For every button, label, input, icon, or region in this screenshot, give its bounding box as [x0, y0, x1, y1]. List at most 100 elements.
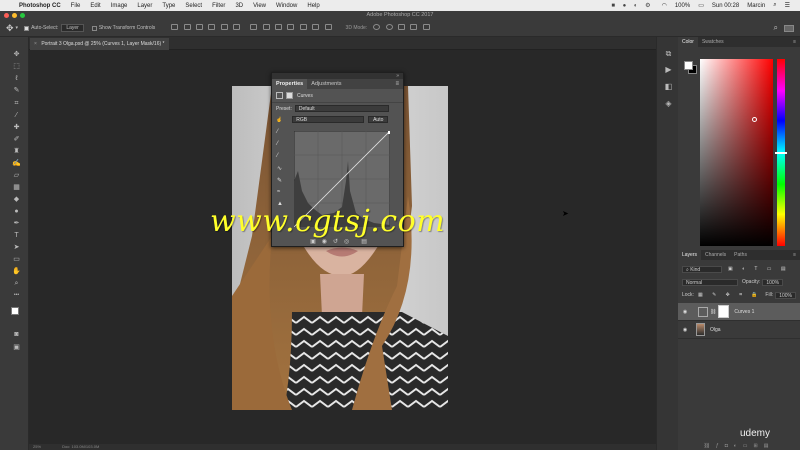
layer-name[interactable]: Olga — [710, 327, 721, 333]
align-top-icon[interactable] — [171, 24, 179, 30]
menu-image[interactable]: Image — [106, 3, 133, 9]
eraser-tool-icon[interactable]: ▱ — [12, 171, 21, 180]
distribute-right-icon[interactable] — [312, 24, 320, 30]
menu-window[interactable]: Window — [271, 3, 302, 9]
close-window-button[interactable] — [4, 13, 9, 18]
menu-edit[interactable]: Edit — [85, 3, 105, 9]
color-picker-field[interactable] — [700, 59, 773, 246]
distribute-left-icon[interactable] — [287, 24, 295, 30]
document-tab[interactable]: × Portrait 3 Olga.psd @ 25% (Curves 1, L… — [30, 38, 169, 50]
distribute-vcenter-icon[interactable] — [262, 24, 270, 30]
type-tool-icon[interactable]: T — [12, 231, 21, 240]
history-panel-icon[interactable]: ⧉ — [664, 49, 673, 58]
move-tool-icon[interactable]: ✥ — [12, 50, 21, 59]
layers-panel-menu-icon[interactable]: ≡ — [789, 250, 800, 260]
quick-mask-icon[interactable]: ◙ — [12, 330, 21, 339]
tab-paths[interactable]: Paths — [730, 250, 751, 260]
align-left-icon[interactable] — [208, 24, 216, 30]
mask-link-icon[interactable]: ⛓ — [710, 309, 716, 315]
tab-layers[interactable]: Layers — [678, 250, 702, 260]
notification-center-icon[interactable]: ☰ — [781, 2, 794, 9]
close-tab-icon[interactable]: × — [34, 41, 37, 47]
layer-thumbnail[interactable] — [696, 323, 705, 336]
menu-file[interactable]: File — [66, 3, 86, 9]
workspace-switcher-icon[interactable] — [784, 24, 794, 32]
panel-menu-icon[interactable]: ≡ — [391, 79, 403, 89]
opacity-field[interactable]: 100% — [762, 278, 784, 286]
tab-color[interactable]: Color — [678, 37, 698, 47]
align-vcenter-icon[interactable] — [183, 24, 191, 30]
align-right-icon[interactable] — [233, 24, 241, 30]
3d-scale-icon[interactable] — [422, 24, 430, 30]
path-selection-tool-icon[interactable]: ➤ — [12, 243, 21, 252]
preset-dropdown-icon[interactable]: ▾ — [16, 25, 19, 31]
visibility-eye-icon[interactable]: ◉ — [678, 309, 692, 315]
properties-panel-icon[interactable]: ◧ — [664, 82, 673, 91]
visibility-eye-icon[interactable]: ◉ — [678, 327, 692, 333]
actions-panel-icon[interactable]: ▶ — [664, 65, 673, 74]
3d-panel-icon[interactable]: ◈ — [664, 99, 673, 108]
brush-tool-icon[interactable]: ✐ — [12, 135, 21, 144]
tab-adjustments[interactable]: Adjustments — [307, 79, 345, 89]
layer-filter-icons[interactable]: ▣ ◐ T ▭ ▤ — [728, 266, 790, 272]
show-transform-checkbox[interactable] — [91, 25, 97, 31]
foreground-color-swatch[interactable] — [11, 307, 19, 315]
pen-tool-icon[interactable]: ✒ — [12, 219, 21, 228]
menu-view[interactable]: View — [248, 3, 271, 9]
zoom-window-button[interactable] — [20, 13, 25, 18]
quick-select-tool-icon[interactable]: ✎ — [12, 86, 21, 95]
screen-mode-icon[interactable]: ▣ — [12, 343, 21, 352]
search-icon[interactable]: ⌕ — [774, 23, 778, 33]
hand-tool-icon[interactable]: ✋ — [12, 267, 21, 276]
black-point-eyedropper-icon[interactable]: ⁄ — [277, 129, 290, 141]
tab-channels[interactable]: Channels — [701, 250, 730, 260]
align-hcenter-icon[interactable] — [220, 24, 228, 30]
smooth-curve-icon[interactable]: ≈ — [277, 189, 290, 201]
color-panel-foreground-swatch[interactable] — [684, 61, 693, 70]
healing-brush-tool-icon[interactable]: ✚ — [12, 123, 21, 132]
auto-select-checkbox[interactable] — [24, 25, 30, 31]
move-tool-preset-icon[interactable]: ✥ — [6, 23, 14, 34]
tab-swatches[interactable]: Swatches — [698, 37, 728, 47]
doc-info[interactable]: Doc: 103.0M/103.0M — [62, 444, 99, 449]
lasso-tool-icon[interactable]: ℓ — [12, 74, 21, 83]
layer-name[interactable]: Curves 1 — [734, 309, 754, 315]
menu-select[interactable]: Select — [180, 3, 207, 9]
status-icons[interactable]: ■ ● ◐ ⚙ — [607, 2, 657, 9]
new-group-icon[interactable]: ▭ — [743, 443, 754, 449]
new-adjustment-icon[interactable]: ◐ — [734, 443, 743, 449]
layer-filter-dropdown[interactable]: ⌕ Kind — [682, 265, 722, 273]
preset-dropdown[interactable]: Default — [294, 105, 389, 112]
3d-orbit-icon[interactable] — [373, 24, 381, 30]
menu-filter[interactable]: Filter — [207, 3, 230, 9]
marquee-tool-icon[interactable]: ⬚ — [12, 62, 21, 71]
color-picker-cursor[interactable] — [752, 117, 757, 122]
wifi-icon[interactable]: ◠ — [658, 2, 671, 9]
tab-properties[interactable]: Properties — [272, 79, 308, 89]
battery-percent[interactable]: 100% — [671, 3, 694, 9]
auto-select-dropdown[interactable]: Layer — [61, 24, 84, 32]
delete-layer-icon[interactable]: ▤ — [764, 443, 775, 449]
fill-field[interactable]: 100% — [775, 291, 796, 299]
gray-point-eyedropper-icon[interactable]: ⁄ — [277, 141, 290, 153]
new-layer-icon[interactable]: ⊞ — [754, 443, 764, 449]
lock-icons[interactable]: ▦ ✎ ✥ ⌗ 🔒 — [698, 292, 762, 298]
gradient-tool-icon[interactable]: ▦ — [12, 183, 21, 192]
layer-row-curves[interactable]: ◉ ⛓ Curves 1 — [678, 303, 800, 321]
layer-mask-thumbnail[interactable] — [718, 305, 730, 318]
layer-row-olga[interactable]: ◉ Olga — [678, 321, 800, 339]
white-point-eyedropper-icon[interactable]: ⁄ — [277, 153, 290, 165]
menu-3d[interactable]: 3D — [230, 3, 248, 9]
blend-mode-dropdown[interactable]: Normal — [682, 278, 738, 286]
3d-roll-icon[interactable] — [385, 24, 393, 30]
collapse-panel-icon[interactable]: » — [396, 73, 399, 79]
menu-type[interactable]: Type — [157, 3, 180, 9]
distribute-top-icon[interactable] — [250, 24, 258, 30]
hue-slider-handle[interactable] — [775, 152, 787, 154]
draw-curve-icon[interactable]: ✎ — [277, 177, 290, 189]
auto-button[interactable]: Auto — [368, 116, 389, 123]
eyedropper-tool-icon[interactable]: ⁄ — [12, 111, 21, 120]
battery-icon[interactable]: ▭ — [694, 2, 708, 9]
clone-stamp-tool-icon[interactable]: ♜ — [12, 147, 21, 156]
history-brush-tool-icon[interactable]: ✍ — [12, 159, 21, 168]
